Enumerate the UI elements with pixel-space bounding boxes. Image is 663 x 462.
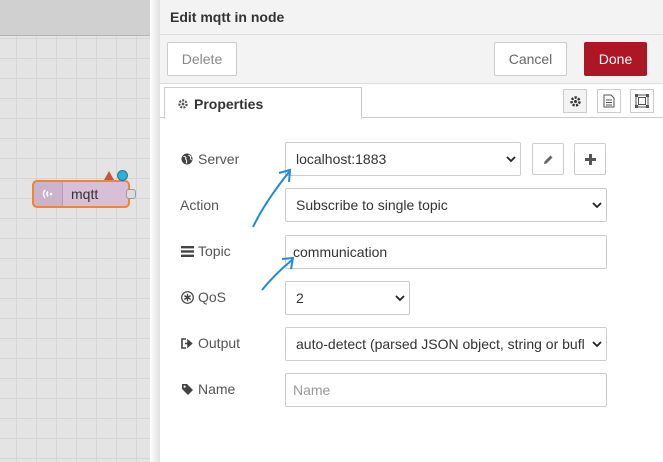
topic-input[interactable] xyxy=(285,235,607,269)
gear-icon xyxy=(569,95,582,108)
delete-button[interactable]: Delete xyxy=(167,42,237,76)
qos-select[interactable]: 2 xyxy=(285,281,410,315)
edit-tray: Edit mqtt in node Delete Cancel Done Pro… xyxy=(160,0,663,462)
tag-icon xyxy=(180,383,194,396)
tab-properties[interactable]: Properties xyxy=(164,87,362,119)
list-icon xyxy=(180,245,194,257)
edit-server-button[interactable] xyxy=(532,143,564,175)
server-select[interactable]: localhost:1883 xyxy=(285,142,521,176)
tab-description[interactable] xyxy=(597,89,621,113)
flow-workspace[interactable]: mqtt xyxy=(0,0,150,462)
document-icon xyxy=(603,94,615,108)
wifi-icon xyxy=(34,182,63,206)
chevron-down-icon xyxy=(502,155,520,163)
done-button[interactable]: Done xyxy=(584,42,647,76)
tab-properties-label: Properties xyxy=(194,95,264,112)
tab-settings[interactable] xyxy=(563,89,587,113)
status-dot-icon xyxy=(117,170,128,181)
workspace-tab-bar xyxy=(0,0,150,36)
name-label: Name xyxy=(180,373,235,405)
cancel-button[interactable]: Cancel xyxy=(494,42,567,76)
warning-triangle-icon xyxy=(104,171,114,180)
server-label: Server xyxy=(180,143,239,175)
name-input[interactable] xyxy=(285,373,607,407)
add-server-button[interactable] xyxy=(574,143,606,175)
mqtt-node[interactable]: mqtt xyxy=(32,180,130,208)
plus-icon xyxy=(584,153,596,165)
qos-label: QoS xyxy=(180,281,226,313)
tray-title: Edit mqtt in node xyxy=(160,0,663,35)
sign-out-icon xyxy=(180,337,194,349)
tab-appearance[interactable] xyxy=(630,89,654,113)
tray-shadow xyxy=(150,0,160,462)
globe-icon xyxy=(180,153,194,165)
output-select[interactable]: auto-detect (parsed JSON object, string … xyxy=(285,327,607,361)
gear-icon xyxy=(177,98,189,110)
action-select[interactable]: Subscribe to single topic xyxy=(285,188,607,222)
node-label: mqtt xyxy=(71,186,99,202)
action-label: Action xyxy=(180,197,219,213)
chevron-down-icon xyxy=(588,340,606,348)
asterisk-icon xyxy=(180,290,194,304)
chevron-down-icon xyxy=(391,294,409,302)
node-output-port[interactable] xyxy=(126,189,136,199)
output-label: Output xyxy=(180,327,240,359)
tab-bar: Properties xyxy=(160,84,663,119)
topic-label: Topic xyxy=(180,235,231,267)
pencil-icon xyxy=(543,154,554,165)
chevron-down-icon xyxy=(588,201,606,209)
frame-icon xyxy=(635,94,649,108)
tray-toolbar: Delete Cancel Done xyxy=(160,35,663,84)
